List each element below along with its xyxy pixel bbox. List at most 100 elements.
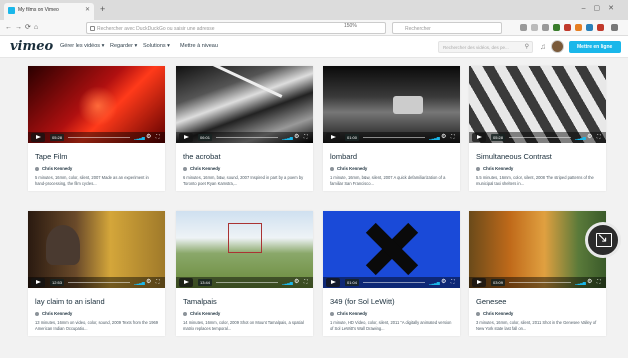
window-controls[interactable]: –▢✕ — [582, 4, 622, 12]
close-tab-icon[interactable]: ✕ — [85, 6, 90, 13]
zoom-level[interactable]: 150% — [344, 23, 357, 29]
video-title[interactable]: lombard — [330, 152, 357, 161]
address-bar[interactable]: Rechercher avec DuckDuckGo ou saisir une… — [86, 22, 386, 34]
new-tab-button[interactable]: + — [100, 4, 105, 14]
volume-icon[interactable]: ▁▂▃▅ — [429, 135, 440, 140]
video-author[interactable]: Chris Kennedy — [330, 311, 367, 316]
author-name[interactable]: Chris Kennedy — [42, 166, 72, 171]
menu-icon[interactable] — [611, 24, 618, 31]
sidebar-icon[interactable] — [531, 24, 538, 31]
video-card[interactable]: 06:01 ▁▂▃▅ ⚙ ⛶ the acrobat Chris Kennedy… — [176, 66, 313, 191]
video-author[interactable]: Chris Kennedy — [35, 311, 72, 316]
play-button[interactable] — [472, 133, 486, 142]
gear-icon[interactable]: ⚙ — [146, 278, 151, 285]
fullscreen-icon[interactable]: ⛶ — [156, 279, 160, 285]
progress-bar[interactable] — [216, 137, 278, 138]
progress-bar[interactable] — [216, 282, 278, 283]
author-name[interactable]: Chris Kennedy — [190, 166, 220, 171]
gear-icon[interactable]: ⚙ — [294, 133, 299, 140]
extension-icon[interactable] — [564, 24, 571, 31]
menu-solutions[interactable]: Solutions ▾ — [143, 43, 170, 49]
extension-icon[interactable] — [553, 24, 560, 31]
video-card[interactable]: 05:28 ▁▂▃▅ ⚙ ⛶ Simultaneous Contrast Chr… — [469, 66, 606, 191]
video-thumbnail[interactable]: 01:04 ▁▂▃▅ ⚙ ⛶ — [323, 211, 460, 288]
progress-bar[interactable] — [68, 282, 130, 283]
play-button[interactable] — [179, 133, 193, 142]
play-button[interactable] — [31, 133, 45, 142]
fullscreen-icon[interactable]: ⛶ — [597, 279, 601, 285]
picture-in-picture-icon[interactable] — [585, 222, 621, 258]
menu-manage-videos[interactable]: Gérer les vidéos ▾ — [60, 43, 104, 49]
browser-tab[interactable]: My films on Vimeo ✕ — [4, 3, 94, 20]
vimeo-search-input[interactable]: Rechercher des vidéos, des pe... ⚲ — [438, 41, 533, 53]
video-thumbnail[interactable]: 12:53 ▁▂▃▅ ⚙ ⛶ — [28, 211, 165, 288]
author-name[interactable]: Chris Kennedy — [483, 311, 513, 316]
progress-bar[interactable] — [68, 137, 130, 138]
play-button[interactable] — [326, 278, 340, 287]
bell-icon[interactable]: ♫ — [540, 42, 546, 51]
video-thumbnail[interactable]: 01:00 ▁▂▃▅ ⚙ ⛶ — [323, 66, 460, 143]
extension-icon[interactable] — [575, 24, 582, 31]
volume-icon[interactable]: ▁▂▃▅ — [575, 280, 586, 285]
video-card[interactable]: 01:00 ▁▂▃▅ ⚙ ⛶ lombard Chris Kennedy 1 m… — [323, 66, 460, 191]
video-title[interactable]: Tamalpais — [183, 297, 217, 306]
video-title[interactable]: 349 (for Sol LeWitt) — [330, 297, 395, 306]
video-title[interactable]: Genesee — [476, 297, 506, 306]
author-name[interactable]: Chris Kennedy — [42, 311, 72, 316]
avatar[interactable] — [551, 40, 564, 53]
library-icon[interactable] — [520, 24, 527, 31]
browser-search-field[interactable]: Rechercher — [392, 22, 502, 34]
menu-watch[interactable]: Regarder ▾ — [110, 43, 137, 49]
video-author[interactable]: Chris Kennedy — [35, 166, 72, 171]
video-thumbnail[interactable]: 05:28 ▁▂▃▅ ⚙ ⛶ — [28, 66, 165, 143]
play-button[interactable] — [472, 278, 486, 287]
video-title[interactable]: Tape Film — [35, 152, 68, 161]
video-thumbnail[interactable]: 13:44 ▁▂▃▅ ⚙ ⛶ — [176, 211, 313, 288]
author-name[interactable]: Chris Kennedy — [337, 311, 367, 316]
author-name[interactable]: Chris Kennedy — [190, 311, 220, 316]
fullscreen-icon[interactable]: ⛶ — [451, 279, 455, 285]
gear-icon[interactable]: ⚙ — [587, 278, 592, 285]
video-title[interactable]: Simultaneous Contrast — [476, 152, 552, 161]
video-card[interactable]: 01:04 ▁▂▃▅ ⚙ ⛶ 349 (for Sol LeWitt) Chri… — [323, 211, 460, 336]
video-thumbnail[interactable]: 05:28 ▁▂▃▅ ⚙ ⛶ — [469, 66, 606, 143]
author-name[interactable]: Chris Kennedy — [483, 166, 513, 171]
upload-button[interactable]: Mettre en ligne — [569, 41, 621, 53]
video-author[interactable]: Chris Kennedy — [183, 166, 220, 171]
video-author[interactable]: Chris Kennedy — [476, 311, 513, 316]
progress-bar[interactable] — [363, 282, 425, 283]
vimeo-logo[interactable]: vimeo — [10, 39, 53, 54]
extension-icon[interactable] — [597, 24, 604, 31]
browser-nav-buttons[interactable]: ←→⟳⌂ — [5, 23, 41, 31]
fullscreen-icon[interactable]: ⛶ — [304, 279, 308, 285]
video-card[interactable]: 13:44 ▁▂▃▅ ⚙ ⛶ Tamalpais Chris Kennedy 1… — [176, 211, 313, 336]
play-button[interactable] — [31, 278, 45, 287]
video-author[interactable]: Chris Kennedy — [476, 166, 513, 171]
menu-upgrade[interactable]: Mettre à niveau — [180, 43, 218, 49]
volume-icon[interactable]: ▁▂▃▅ — [134, 280, 145, 285]
video-title[interactable]: the acrobat — [183, 152, 221, 161]
video-thumbnail[interactable]: 06:01 ▁▂▃▅ ⚙ ⛶ — [176, 66, 313, 143]
fullscreen-icon[interactable]: ⛶ — [451, 134, 455, 140]
download-icon[interactable] — [542, 24, 549, 31]
volume-icon[interactable]: ▁▂▃▅ — [134, 135, 145, 140]
video-author[interactable]: Chris Kennedy — [330, 166, 367, 171]
fullscreen-icon[interactable]: ⛶ — [304, 134, 308, 140]
fullscreen-icon[interactable]: ⛶ — [156, 134, 160, 140]
video-card[interactable]: 12:53 ▁▂▃▅ ⚙ ⛶ lay claim to an island Ch… — [28, 211, 165, 336]
play-button[interactable] — [326, 133, 340, 142]
extension-icon[interactable] — [586, 24, 593, 31]
gear-icon[interactable]: ⚙ — [441, 133, 446, 140]
volume-icon[interactable]: ▁▂▃▅ — [575, 135, 586, 140]
video-thumbnail[interactable]: 03:09 ▁▂▃▅ ⚙ ⛶ — [469, 211, 606, 288]
gear-icon[interactable]: ⚙ — [146, 133, 151, 140]
progress-bar[interactable] — [509, 137, 571, 138]
volume-icon[interactable]: ▁▂▃▅ — [429, 280, 440, 285]
author-name[interactable]: Chris Kennedy — [337, 166, 367, 171]
video-card[interactable]: 05:28 ▁▂▃▅ ⚙ ⛶ Tape Film Chris Kennedy 5… — [28, 66, 165, 191]
gear-icon[interactable]: ⚙ — [441, 278, 446, 285]
gear-icon[interactable]: ⚙ — [587, 133, 592, 140]
gear-icon[interactable]: ⚙ — [294, 278, 299, 285]
progress-bar[interactable] — [509, 282, 571, 283]
progress-bar[interactable] — [363, 137, 425, 138]
